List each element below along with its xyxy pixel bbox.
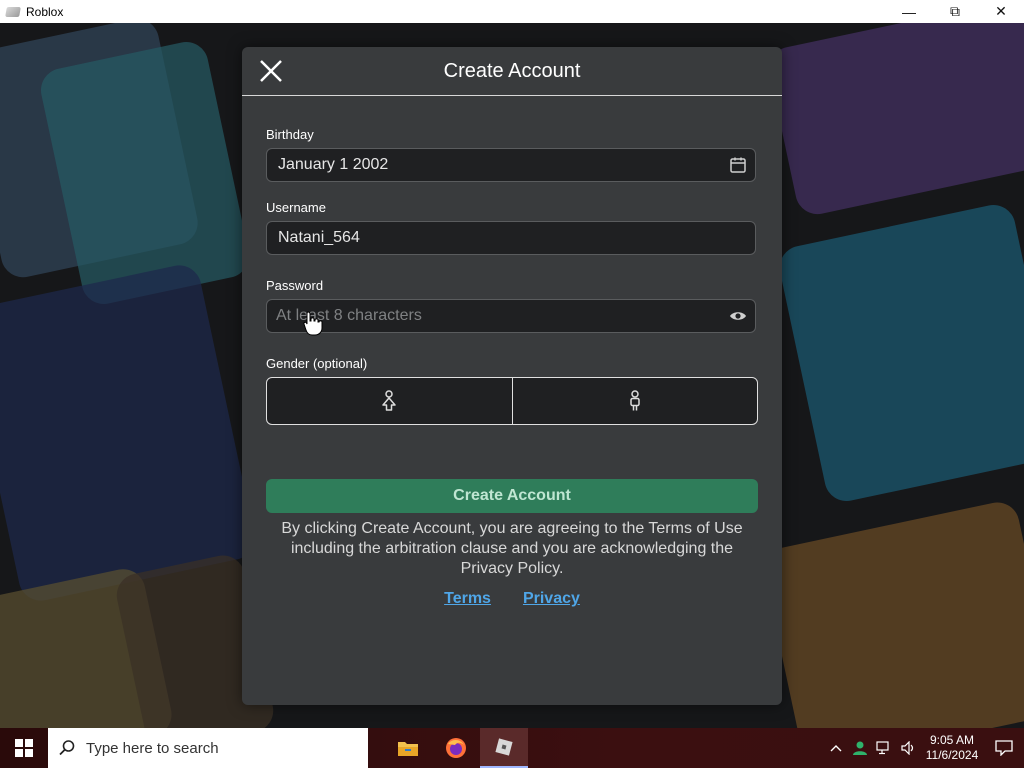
legal-links: Terms Privacy	[242, 590, 782, 608]
username-field[interactable]: Natani_564	[266, 221, 756, 255]
eye-icon[interactable]	[721, 299, 755, 333]
network-icon[interactable]	[872, 741, 896, 755]
male-icon	[630, 390, 640, 411]
clock-date: 11/6/2024	[925, 748, 979, 762]
taskbar: Type here to search 9:05 AM 11/6/2024	[0, 728, 1024, 768]
birthday-field[interactable]: January 1 2002	[266, 148, 756, 182]
clock-time: 9:05 AM	[929, 733, 975, 747]
password-placeholder: At least 8 characters	[276, 307, 422, 324]
roblox-icon	[495, 738, 513, 756]
terms-link[interactable]: Terms	[444, 590, 491, 608]
password-label: Password	[266, 278, 324, 293]
firefox-taskbar-button[interactable]	[432, 728, 480, 768]
window-titlebar: Roblox — ⧉ ✕	[0, 0, 1024, 23]
roblox-taskbar-button[interactable]	[480, 728, 528, 768]
password-field[interactable]: At least 8 characters	[266, 299, 756, 333]
legal-text: By clicking Create Account, you are agre…	[281, 520, 743, 577]
create-account-dialog: Create Account Birthday January 1 2002 U…	[242, 47, 782, 705]
minimize-button[interactable]: —	[886, 0, 932, 23]
calendar-icon[interactable]	[721, 148, 755, 182]
windows-start-icon	[15, 739, 33, 757]
birthday-label: Birthday	[266, 127, 314, 142]
username-label: Username	[266, 200, 326, 215]
chevron-up-icon[interactable]	[824, 744, 848, 752]
taskbar-search[interactable]: Type here to search	[48, 728, 368, 768]
taskbar-clock[interactable]: 9:05 AM 11/6/2024	[920, 733, 984, 763]
taskbar-search-placeholder: Type here to search	[86, 739, 219, 757]
birthday-value: January 1 2002	[278, 156, 389, 173]
gender-male-button[interactable]	[511, 378, 758, 424]
female-icon	[382, 390, 396, 411]
gender-female-button[interactable]	[267, 378, 512, 424]
restore-button[interactable]: ⧉	[932, 0, 978, 23]
file-explorer-taskbar-button[interactable]	[384, 728, 432, 768]
close-dialog-button[interactable]	[256, 56, 286, 86]
create-account-button[interactable]: Create Account	[266, 479, 758, 513]
close-icon	[260, 60, 282, 82]
close-window-button[interactable]: ✕	[978, 0, 1024, 23]
dialog-header: Create Account	[242, 47, 782, 96]
user-status-icon[interactable]	[848, 740, 872, 756]
notification-icon[interactable]	[984, 740, 1024, 756]
search-icon	[48, 739, 86, 757]
system-tray: 9:05 AM 11/6/2024	[824, 728, 1024, 768]
username-value: Natani_564	[278, 229, 360, 246]
gender-selector	[266, 377, 758, 425]
dialog-title: Create Account	[443, 59, 581, 82]
gender-label: Gender (optional)	[266, 356, 368, 371]
privacy-link[interactable]: Privacy	[523, 590, 580, 608]
file-explorer-icon	[398, 742, 418, 756]
roblox-app-icon	[5, 6, 21, 17]
volume-icon[interactable]	[896, 741, 920, 755]
firefox-icon	[446, 738, 466, 758]
window-title: Roblox	[26, 4, 64, 19]
start-button[interactable]	[0, 728, 48, 768]
